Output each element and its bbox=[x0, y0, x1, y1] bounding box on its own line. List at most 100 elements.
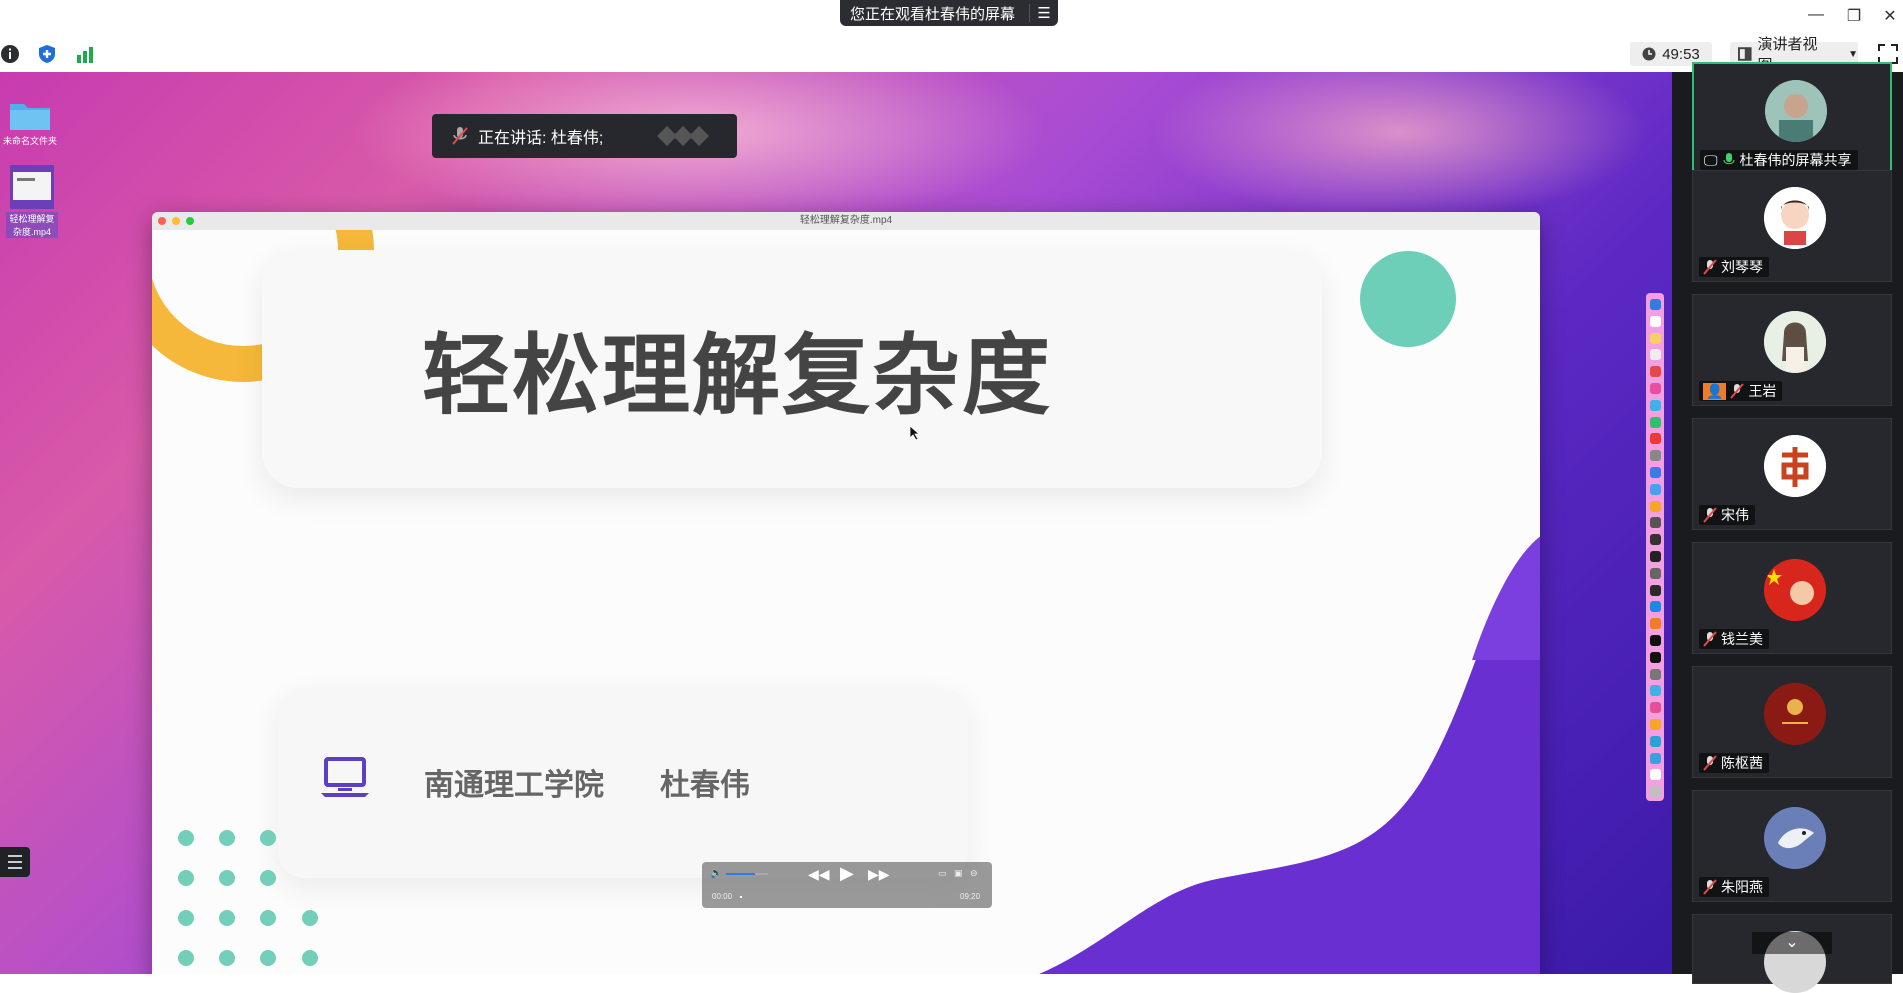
participant-tile[interactable]: 钱兰美 bbox=[1692, 542, 1892, 654]
decorative-dot bbox=[219, 910, 235, 926]
desktop-video-file[interactable]: 轻松理解复杂度.mp4 bbox=[2, 164, 62, 238]
participant-name-tag: 刘琴琴 bbox=[1699, 257, 1769, 277]
dock-app-icon[interactable] bbox=[1650, 483, 1661, 495]
zoom-dot[interactable] bbox=[186, 217, 194, 225]
participants-panel: 🖵 杜春伟的屏幕共享 刘琴琴 👤 王岩 宋伟 钱兰美 陈枢茜 朱阳燕 ⌄ bbox=[1672, 62, 1903, 993]
speaking-waves-icon bbox=[657, 126, 710, 146]
fullscreen-icon[interactable] bbox=[1878, 44, 1898, 64]
dock-app-icon[interactable] bbox=[1650, 315, 1661, 327]
dock-app-icon[interactable] bbox=[1650, 399, 1661, 411]
dock-app-icon[interactable] bbox=[1650, 769, 1661, 781]
speaking-label: 正在讲话: 杜春伟; bbox=[478, 130, 604, 147]
participant-name-tag: 🖵 杜春伟的屏幕共享 bbox=[1700, 150, 1858, 170]
decorative-dot bbox=[219, 830, 235, 846]
dock-app-icon[interactable] bbox=[1650, 299, 1661, 310]
video-window-titlebar: 轻松理解复杂度.mp4 bbox=[152, 212, 1540, 231]
dock-app-icon[interactable] bbox=[1650, 651, 1661, 663]
avatar bbox=[1765, 80, 1827, 142]
host-icon: 👤 bbox=[1703, 382, 1727, 400]
dock-app-icon[interactable] bbox=[1650, 467, 1661, 478]
info-icon[interactable] bbox=[0, 44, 20, 64]
dock-app-icon[interactable] bbox=[1650, 349, 1661, 361]
school-name: 南通理工学院 bbox=[424, 769, 604, 802]
minimize-button[interactable]: — bbox=[1804, 6, 1828, 28]
dock-app-icon[interactable] bbox=[1650, 551, 1661, 562]
slide-title: 轻松理解复杂度 bbox=[422, 324, 1053, 427]
minimize-dot[interactable] bbox=[172, 217, 180, 225]
participant-name-tag: 朱阳燕 bbox=[1699, 877, 1769, 897]
dock-app-icon[interactable] bbox=[1650, 752, 1661, 764]
dock-app-icon[interactable] bbox=[1650, 618, 1661, 630]
dock-app-icon[interactable] bbox=[1650, 332, 1661, 344]
pip-icon[interactable]: ▣ bbox=[954, 868, 963, 879]
decorative-circle bbox=[1360, 251, 1456, 347]
timer-text: 49:53 bbox=[1662, 45, 1700, 63]
participant-tile[interactable]: 宋伟 bbox=[1692, 418, 1892, 530]
share-banner[interactable]: 您正在观看杜春伟的屏幕 ☰ bbox=[840, 0, 1058, 26]
dock-app-icon[interactable] bbox=[1650, 735, 1661, 747]
muted-mic-icon bbox=[452, 127, 468, 145]
participant-tile[interactable]: 🖵 杜春伟的屏幕共享 bbox=[1692, 62, 1892, 174]
dock-app-icon[interactable] bbox=[1650, 517, 1661, 529]
decorative-dot bbox=[178, 950, 194, 966]
close-player-icon[interactable]: ⊖ bbox=[970, 868, 978, 879]
decorative-dot bbox=[219, 950, 235, 966]
shared-screen: 未命名文件夹 轻松理解复杂度.mp4 正在讲话: 杜春伟; 轻松理解复杂度.mp… bbox=[0, 72, 1672, 974]
list-icon[interactable] bbox=[0, 847, 30, 877]
video-window-title: 轻松理解复杂度.mp4 bbox=[799, 215, 893, 226]
dock-app-icon[interactable] bbox=[1650, 702, 1661, 714]
dock-app-icon[interactable] bbox=[1650, 500, 1661, 512]
participant-name-tag: 钱兰美 bbox=[1699, 629, 1769, 649]
dock-app-icon[interactable] bbox=[1650, 366, 1661, 378]
restore-button[interactable]: ❐ bbox=[1842, 6, 1866, 28]
participant-tile[interactable]: 朱阳燕 bbox=[1692, 790, 1892, 902]
security-shield-icon[interactable] bbox=[37, 44, 57, 64]
participant-tile[interactable]: 刘琴琴 bbox=[1692, 170, 1892, 282]
speaking-indicator: 正在讲话: 杜春伟; bbox=[432, 114, 737, 158]
share-icon[interactable]: ▭ bbox=[938, 868, 947, 879]
menu-icon[interactable]: ☰ bbox=[1029, 4, 1058, 22]
dock-app-icon[interactable] bbox=[1650, 534, 1661, 546]
dock-app-icon[interactable] bbox=[1650, 601, 1661, 613]
dock-app-icon[interactable] bbox=[1650, 450, 1661, 462]
desktop-folder[interactable]: 未命名文件夹 bbox=[0, 98, 60, 147]
scroll-down-button[interactable]: ⌄ bbox=[1752, 932, 1832, 954]
decorative-dot bbox=[219, 870, 235, 886]
decorative-dot bbox=[302, 910, 318, 926]
participant-tile[interactable]: 陈枢茜 bbox=[1692, 666, 1892, 778]
dock-app-icon[interactable] bbox=[1650, 416, 1661, 428]
close-button[interactable]: ✕ bbox=[1878, 6, 1902, 28]
network-signal-icon[interactable] bbox=[75, 44, 95, 64]
folder-label: 未命名文件夹 bbox=[2, 136, 57, 146]
dock-app-icon[interactable] bbox=[1650, 433, 1661, 445]
dock-app-icon[interactable] bbox=[1650, 584, 1661, 596]
dock-app-icon[interactable] bbox=[1650, 635, 1661, 646]
dock-app-icon[interactable] bbox=[1650, 685, 1661, 697]
decorative-dot bbox=[178, 830, 194, 846]
video-player-window: 轻松理解复杂度.mp4 轻松理解复杂度 南通理工学院 杜春伟 🔈 ◀◀ ▶ ▶▶… bbox=[152, 212, 1540, 974]
rewind-icon[interactable]: ◀◀ bbox=[808, 866, 830, 883]
dock-app-icon[interactable] bbox=[1650, 786, 1661, 798]
progress-bar[interactable] bbox=[740, 896, 950, 898]
app-dock bbox=[1646, 293, 1664, 801]
clock-icon bbox=[1642, 47, 1656, 61]
avatar bbox=[1764, 187, 1826, 249]
presentation-slide: 轻松理解复杂度 南通理工学院 杜春伟 🔈 ◀◀ ▶ ▶▶ ▭ ▣ ⊖ 00:00… bbox=[152, 230, 1540, 974]
dock-app-icon[interactable] bbox=[1650, 719, 1661, 730]
volume-icon[interactable]: 🔈 bbox=[710, 868, 722, 879]
close-dot[interactable] bbox=[158, 217, 166, 225]
play-icon[interactable]: ▶ bbox=[840, 863, 854, 884]
participant-tile[interactable]: 👤 王岩 bbox=[1692, 294, 1892, 406]
fast-forward-icon[interactable]: ▶▶ bbox=[868, 866, 890, 883]
screen-share-icon: 🖵 bbox=[1704, 151, 1718, 168]
participant-name-tag: 宋伟 bbox=[1699, 505, 1755, 525]
participant-name-tag: 👤 王岩 bbox=[1699, 381, 1783, 401]
window-titlebar: 您正在观看杜春伟的屏幕 ☰ — ❐ ✕ bbox=[0, 0, 1903, 36]
dock-app-icon[interactable] bbox=[1650, 567, 1661, 579]
volume-slider[interactable] bbox=[726, 873, 768, 875]
dock-app-icon[interactable] bbox=[1650, 383, 1661, 394]
avatar bbox=[1764, 435, 1826, 497]
dock-app-icon[interactable] bbox=[1650, 668, 1661, 680]
decorative-dot bbox=[302, 950, 318, 966]
video-file-thumbnail-icon bbox=[10, 165, 54, 209]
